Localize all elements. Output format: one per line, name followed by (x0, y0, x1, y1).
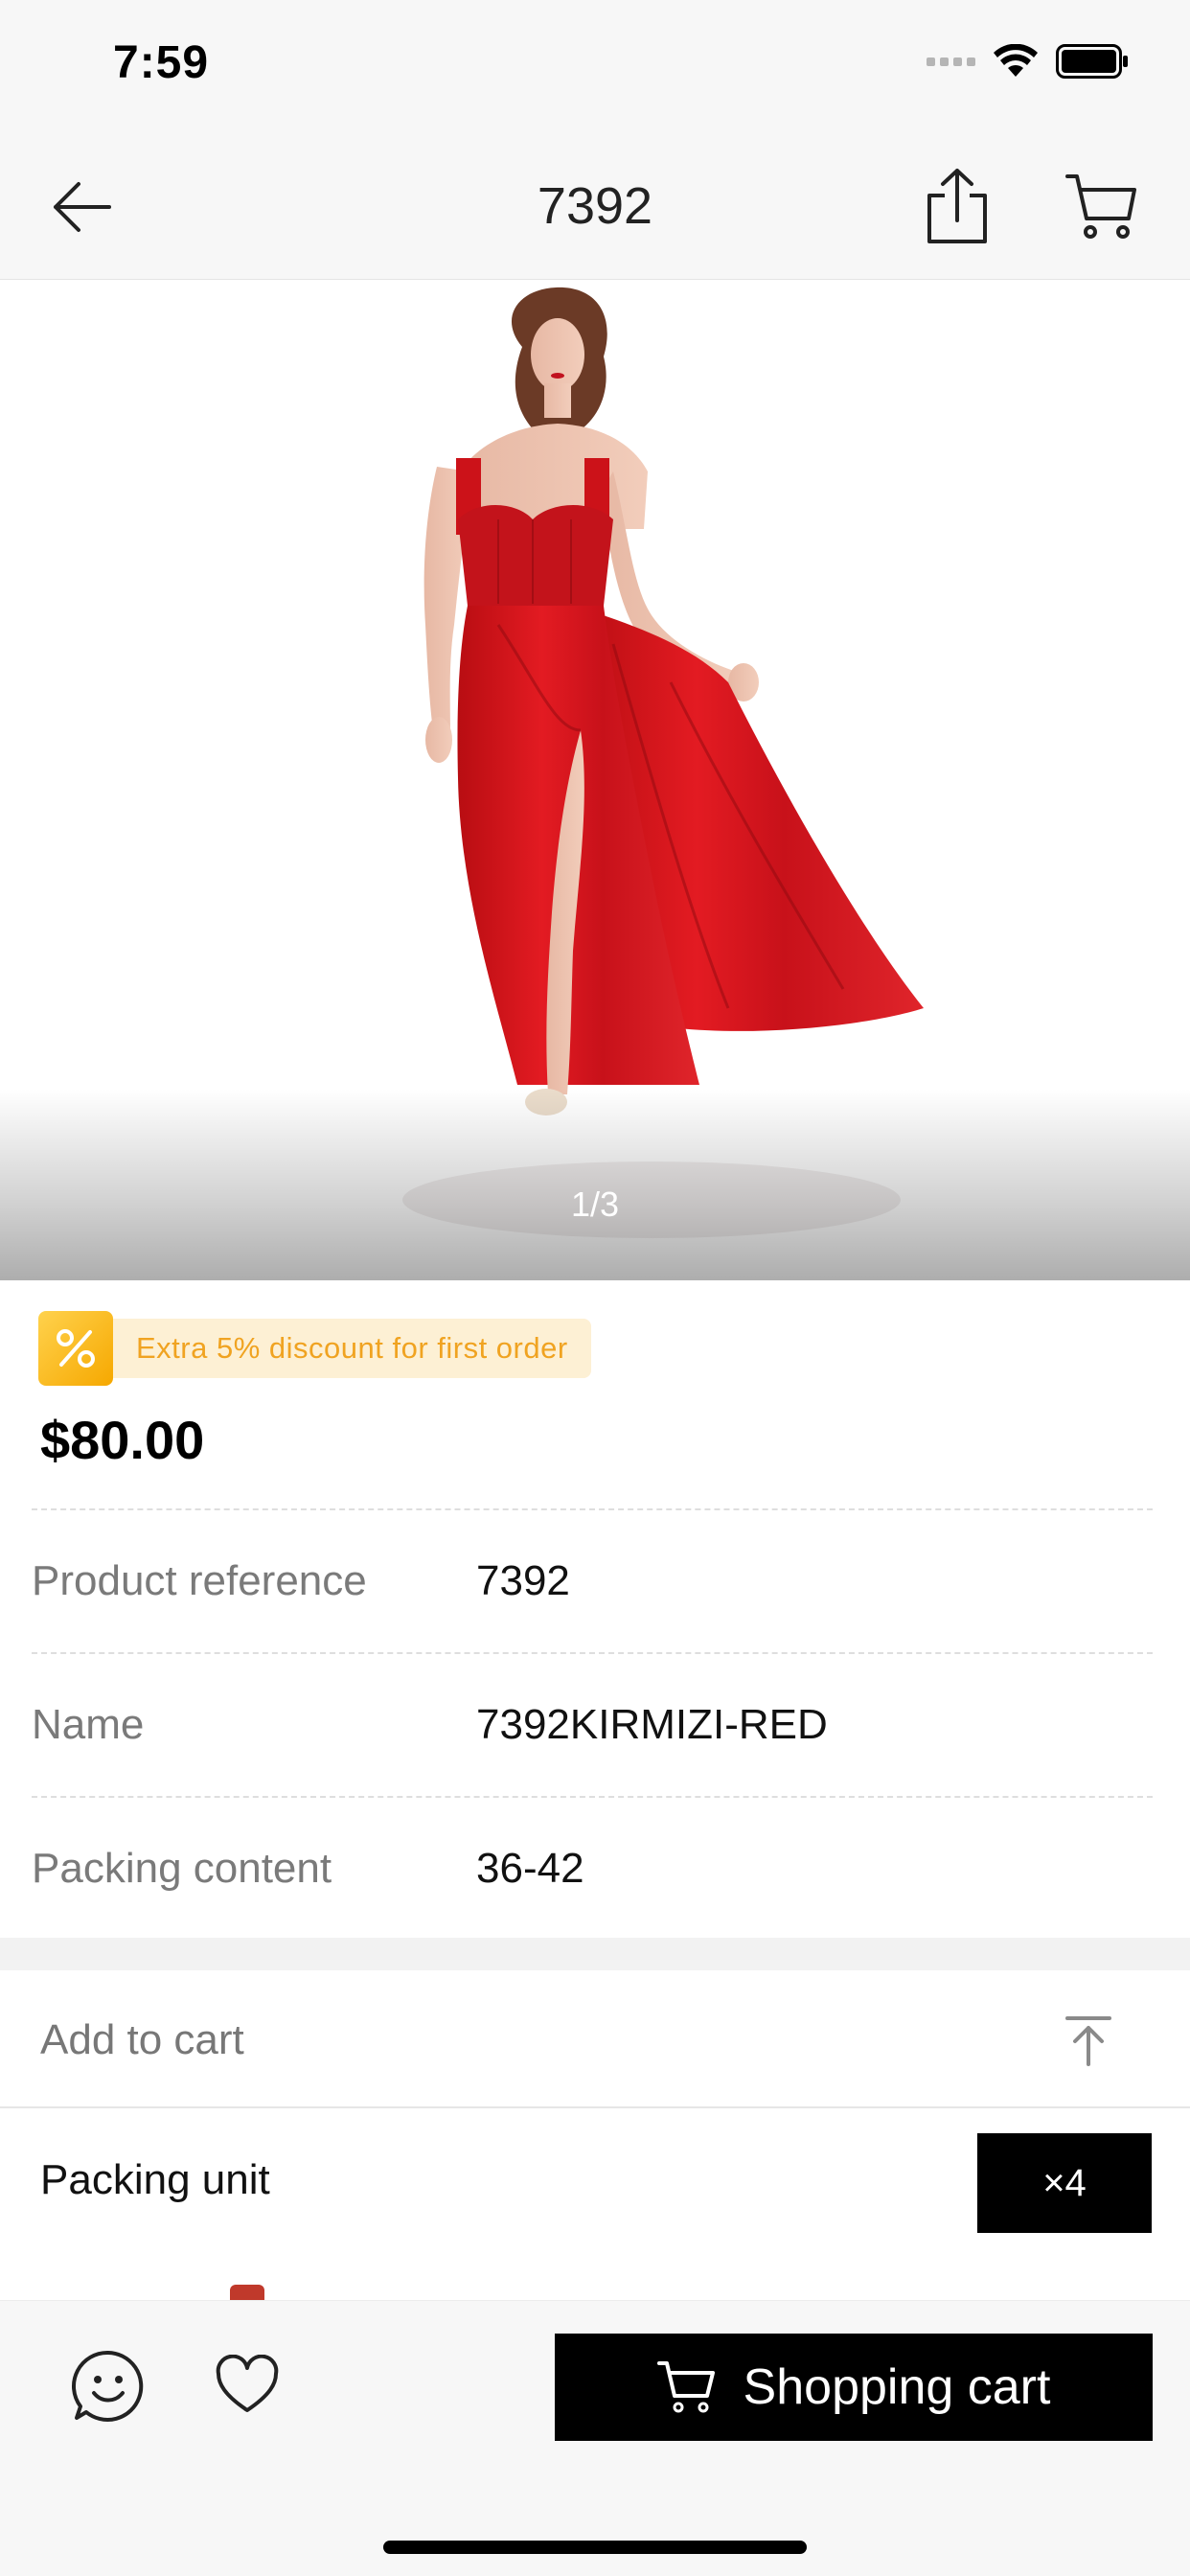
shopping-cart-button-label: Shopping cart (743, 2359, 1051, 2415)
attribute-key: Packing content (32, 1845, 332, 1892)
attribute-row: Name 7392KIRMIZI-RED (32, 1652, 1153, 1796)
shopping-cart-button[interactable]: Shopping cart (555, 2334, 1153, 2441)
attribute-row: Product reference 7392 (32, 1508, 1153, 1652)
home-indicator (383, 2541, 807, 2554)
variant-row-partial (0, 2252, 1190, 2300)
cellular-signal-icon (927, 57, 975, 66)
product-price: $80.00 (40, 1410, 205, 1470)
cart-icon[interactable] (1065, 171, 1138, 243)
image-page-indicator: 1/3 (570, 1184, 620, 1224)
packing-unit-selector[interactable]: ×4 (977, 2133, 1152, 2233)
wifi-icon (994, 44, 1038, 77)
nav-bar: 7392 (0, 134, 1190, 280)
attribute-value: 36-42 (476, 1845, 584, 1892)
page-title: 7392 (537, 177, 653, 235)
bottom-action-bar: Shopping cart (0, 2300, 1190, 2576)
battery-icon (1056, 44, 1128, 79)
product-image-carousel[interactable]: 1/3 (0, 280, 1190, 1280)
status-bar: 7:59 (0, 0, 1190, 134)
attribute-row: Packing content 36-42 (32, 1796, 1153, 1940)
attribute-value: 7392 (476, 1557, 570, 1604)
favorite-heart-icon[interactable] (215, 2355, 280, 2416)
share-icon[interactable] (924, 167, 991, 245)
add-to-cart-label: Add to cart (40, 2016, 244, 2063)
percent-icon (38, 1311, 113, 1386)
scroll-to-top-icon[interactable] (1062, 2014, 1115, 2066)
discount-label: Extra 5% discount for first order (107, 1319, 591, 1378)
customer-service-chat-icon[interactable] (71, 2349, 146, 2424)
status-time: 7:59 (113, 37, 210, 88)
packing-unit-label: Packing unit (40, 2156, 270, 2203)
section-divider (0, 1938, 1190, 1970)
attribute-key: Name (32, 1701, 145, 1748)
add-to-cart-section-header: Add to cart (0, 1970, 1190, 2108)
attribute-value: 7392KIRMIZI-RED (476, 1701, 828, 1748)
variant-thumbnail (230, 2285, 264, 2300)
attribute-key: Product reference (32, 1557, 367, 1604)
cart-icon (656, 2361, 715, 2413)
packing-unit-row: Packing unit ×4 (0, 2108, 1190, 2252)
first-order-discount-banner: Extra 5% discount for first order (38, 1311, 591, 1386)
product-attributes: Product reference 7392 Name 7392KIRMIZI-… (32, 1508, 1153, 1940)
status-icons (927, 42, 1129, 80)
